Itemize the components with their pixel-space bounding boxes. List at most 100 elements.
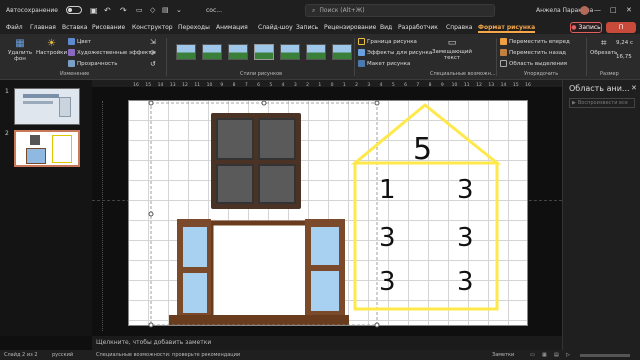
remove-background-button[interactable]: ▦ Удалить фон bbox=[8, 38, 32, 62]
undo-icon[interactable]: ↶ bbox=[104, 0, 111, 20]
reset-picture-icon[interactable]: ↺ bbox=[150, 60, 156, 68]
picture-layout-button[interactable]: Макет рисунка bbox=[358, 60, 410, 67]
tab-file[interactable]: Файл bbox=[6, 22, 23, 33]
picture-style-4[interactable] bbox=[254, 44, 274, 60]
tab-transitions[interactable]: Переходы bbox=[178, 22, 210, 33]
open-window-picture[interactable] bbox=[169, 219, 349, 325]
zoom-slider[interactable] bbox=[580, 354, 630, 357]
normal-view-icon[interactable]: ▭ bbox=[530, 352, 535, 358]
presenter-icon[interactable]: ▤ bbox=[162, 0, 169, 20]
tab-home[interactable]: Главная bbox=[30, 22, 56, 33]
search-icon: ⌕ bbox=[312, 6, 316, 14]
picture-style-2[interactable] bbox=[202, 44, 222, 60]
slide[interactable]: 5 1 3 3 3 3 3 bbox=[128, 100, 528, 328]
picture-style-7[interactable] bbox=[332, 44, 352, 60]
play-all-label: Воспроизвести все bbox=[577, 100, 628, 106]
play-icon: ▶ bbox=[572, 100, 576, 106]
slide-number: 1 bbox=[5, 88, 9, 95]
change-picture-icon[interactable]: ⟳ bbox=[150, 49, 156, 57]
avatar[interactable] bbox=[580, 0, 589, 20]
artistic-effects-button[interactable]: Художественные эффекты bbox=[68, 49, 156, 56]
house-cell[interactable]: 3 bbox=[457, 269, 474, 295]
tab-draw[interactable]: Рисование bbox=[92, 22, 125, 33]
house-cell[interactable]: 1 bbox=[379, 177, 396, 203]
sorter-view-icon[interactable]: ▦ bbox=[542, 352, 547, 358]
language[interactable]: русский bbox=[52, 352, 73, 358]
notes-pane[interactable]: Щелкните, чтобы добавить заметки bbox=[92, 336, 562, 350]
color-button[interactable]: Цвет bbox=[68, 38, 91, 45]
color-icon bbox=[68, 38, 75, 45]
share-button[interactable]: П bbox=[606, 22, 636, 33]
transparency-button[interactable]: Прозрачность bbox=[68, 60, 117, 67]
slide-thumbnail-2[interactable] bbox=[14, 130, 80, 167]
search-input[interactable]: ⌕ Поиск (Alt+Ж) bbox=[305, 4, 495, 17]
save-icon[interactable]: ▣ bbox=[90, 0, 98, 20]
maximize-icon[interactable]: □ bbox=[610, 0, 617, 20]
picture-style-5[interactable] bbox=[280, 44, 300, 60]
picture-border-button[interactable]: Граница рисунка bbox=[358, 38, 417, 45]
accessibility-status[interactable]: Специальные возможности: проверьте реком… bbox=[96, 352, 240, 358]
house-cell[interactable]: 3 bbox=[457, 225, 474, 251]
slideshow-view-icon[interactable]: ▷ bbox=[566, 352, 570, 358]
redo-icon[interactable]: ↷ bbox=[120, 0, 127, 20]
tab-design[interactable]: Конструктор bbox=[132, 22, 173, 33]
tab-review[interactable]: Рецензирование bbox=[324, 22, 376, 33]
picture-style-6[interactable] bbox=[306, 44, 326, 60]
bring-forward-button[interactable]: Переместить вперед bbox=[500, 38, 570, 45]
tab-developer[interactable]: Разработчик bbox=[398, 22, 438, 33]
house-cell[interactable]: 3 bbox=[379, 225, 396, 251]
color-label: Цвет bbox=[77, 38, 92, 45]
status-bar: Слайд 2 из 2 русский Специальные возможн… bbox=[0, 350, 640, 360]
height-field[interactable]: 9,24 с bbox=[616, 40, 633, 46]
tab-slideshow[interactable]: Слайд-шоу bbox=[258, 22, 293, 33]
minimize-icon[interactable]: — bbox=[594, 0, 601, 20]
slide-thumbnail-1[interactable] bbox=[14, 88, 80, 125]
slides-panel: 1 2 bbox=[0, 80, 92, 336]
picture-style-1[interactable] bbox=[176, 44, 196, 60]
group-styles-label: Стили рисунков bbox=[240, 71, 283, 77]
height-value: 9,24 с bbox=[616, 40, 634, 46]
slideshow-icon[interactable]: ▭ bbox=[136, 0, 143, 20]
tab-record[interactable]: Запись bbox=[296, 22, 318, 33]
record-button[interactable]: ● Запись bbox=[570, 22, 602, 33]
tab-insert[interactable]: Вставка bbox=[62, 22, 87, 33]
close-icon[interactable]: ✕ bbox=[626, 0, 632, 20]
closed-window-picture[interactable] bbox=[211, 113, 301, 209]
transparency-icon bbox=[68, 60, 75, 67]
more-icon[interactable]: ⌄ bbox=[176, 0, 182, 20]
selection-pane-button[interactable]: Область выделения bbox=[500, 60, 567, 67]
compress-icon[interactable]: ⇲ bbox=[150, 38, 156, 46]
crop-label: Обрезать bbox=[590, 50, 618, 56]
tab-view[interactable]: Вид bbox=[380, 22, 392, 33]
tab-picture-format[interactable]: Формат рисунка bbox=[478, 22, 536, 33]
picture-style-3[interactable] bbox=[228, 44, 248, 60]
search-placeholder: Поиск (Alt+Ж) bbox=[319, 7, 365, 14]
width-field[interactable]: 16,75 bbox=[616, 54, 632, 60]
group-change-label: Изменение bbox=[60, 71, 90, 77]
autosave-toggle[interactable] bbox=[66, 0, 82, 20]
alt-text-button[interactable]: ▭ Замещающий текст bbox=[432, 38, 472, 61]
roof-number[interactable]: 5 bbox=[413, 135, 432, 165]
picture-effects-button[interactable]: Эффекты для рисунка bbox=[358, 49, 432, 56]
menu-bar: Файл Главная Вставка Рисование Конструкт… bbox=[0, 20, 640, 34]
send-backward-button[interactable]: Переместить назад bbox=[500, 49, 566, 56]
selection-pane-label: Область выделения bbox=[509, 60, 567, 67]
tab-animations[interactable]: Анимация bbox=[216, 22, 248, 33]
slide-info: Слайд 2 из 2 bbox=[4, 352, 38, 358]
house-cell[interactable]: 3 bbox=[379, 269, 396, 295]
layout-icon bbox=[358, 60, 365, 67]
play-all-button[interactable]: ▶ Воспроизвести все bbox=[569, 98, 635, 108]
separator bbox=[496, 38, 497, 76]
effects-icon bbox=[358, 49, 365, 56]
document-name[interactable]: сос... bbox=[206, 0, 222, 20]
border-icon bbox=[358, 38, 365, 45]
corrections-button[interactable]: ☀ Настройки bbox=[36, 38, 67, 56]
crop-button[interactable]: ⌗ Обрезать bbox=[590, 38, 617, 56]
notes-button[interactable]: Заметки bbox=[492, 352, 514, 358]
house-cell[interactable]: 3 bbox=[457, 177, 474, 203]
tab-help[interactable]: Справка bbox=[446, 22, 472, 33]
pane-close-icon[interactable]: ✕ bbox=[631, 84, 637, 92]
eraser-icon[interactable]: ◇ bbox=[150, 0, 155, 20]
reading-view-icon[interactable]: ▤ bbox=[554, 352, 559, 358]
separator bbox=[586, 38, 587, 76]
